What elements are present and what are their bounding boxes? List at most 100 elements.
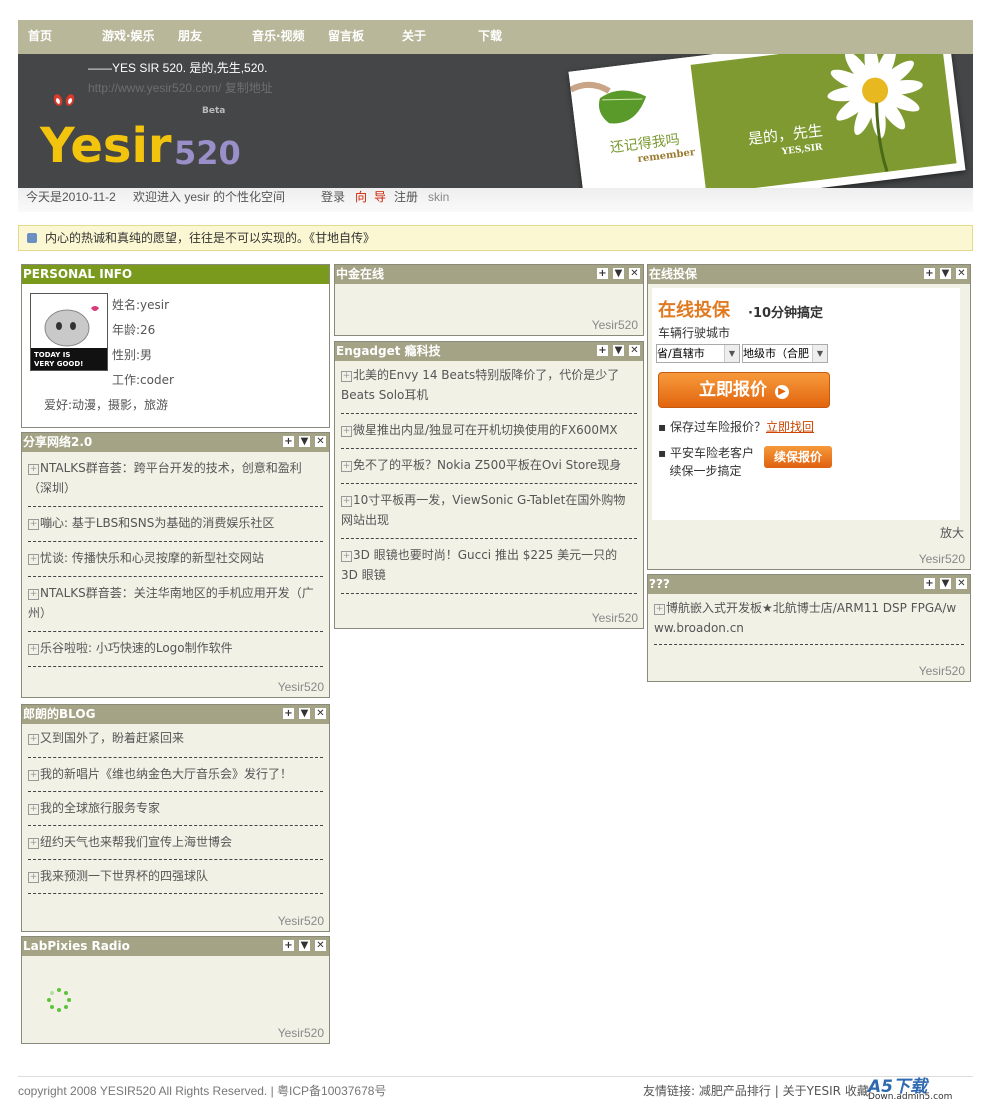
item-link[interactable]: NTALKS群音荟：跨平台开发的技术，创意和盈利（深圳） [28, 461, 302, 495]
widget-title: 分享网络2.0 [23, 435, 93, 449]
close-icon[interactable]: ✕ [629, 345, 640, 356]
item-link[interactable]: 3D 眼镜也要时尚！Gucci 推出 $225 美元一只的 3D 眼镜 [341, 548, 617, 582]
item-link[interactable]: 微星推出内显/独显可在开机切换使用的FX600MX [353, 423, 618, 437]
item-link[interactable]: 北美的Envy 14 Beats特别版降价了，代价是少了Beats Solo耳机 [341, 368, 619, 402]
widget-footer: Yesir520 [918, 552, 965, 566]
skin-link[interactable]: skin [428, 188, 449, 206]
widget-footer: Yesir520 [591, 318, 638, 332]
renew-quote-button[interactable]: 续保报价 [764, 446, 832, 468]
nav-games[interactable]: 游戏·娱乐 [102, 20, 155, 54]
insurance-panel: 在线投保 ·10分钟搞定 车辆行驶城市 省/直辖市 ▼ 地级市（合肥 ▼ 立即报价 ▶… [652, 288, 960, 520]
guide-link-2[interactable]: 导 [374, 188, 386, 206]
expand-item-icon[interactable]: + [28, 770, 39, 781]
expand-item-icon[interactable]: + [341, 461, 352, 472]
nav-download[interactable]: 下载 [478, 20, 502, 54]
expand-item-icon[interactable]: + [654, 604, 665, 615]
expand-item-icon[interactable]: + [28, 804, 39, 815]
widget-header[interactable]: ??? + ▼ ✕ [648, 575, 970, 594]
city-select[interactable]: 地级市（合肥 ▼ [742, 344, 828, 363]
list-item: + 乐谷啦啦: 小巧快速的Logo制作软件 [28, 632, 323, 667]
close-icon[interactable]: ✕ [315, 436, 326, 447]
expand-item-icon[interactable]: + [28, 519, 39, 530]
widget-header[interactable]: Engadget 瘾科技 + ▼ ✕ [335, 342, 643, 361]
expand-item-icon[interactable]: + [28, 644, 39, 655]
widget-footer: Yesir520 [277, 680, 324, 694]
widget-footer: Yesir520 [277, 914, 324, 928]
close-icon[interactable]: ✕ [315, 940, 326, 951]
expand-item-icon[interactable]: + [341, 426, 352, 437]
item-link[interactable]: 10寸平板再一发，ViewSonic G-Tablet在国外购物网站出现 [341, 493, 625, 527]
expand-icon[interactable]: + [283, 940, 294, 951]
expand-icon[interactable]: + [924, 268, 935, 279]
quote-now-button[interactable]: 立即报价 ▶ [658, 372, 830, 408]
item-link[interactable]: 我的全球旅行服务专家 [40, 801, 160, 815]
nav-friends[interactable]: 朋友 [178, 20, 202, 54]
expand-icon[interactable]: + [924, 578, 935, 589]
favorite-link[interactable]: 收藏 [845, 1084, 869, 1098]
chevron-down-icon: ▼ [724, 345, 739, 362]
friend-links: 友情链接: 减肥产品排行 | 关于YESIR 收藏 [643, 1082, 869, 1099]
nav-about[interactable]: 关于 [402, 20, 426, 54]
collapse-icon[interactable]: ▼ [940, 268, 951, 279]
site-logo[interactable]: Yesir 520 [38, 92, 253, 172]
rss-icon[interactable] [27, 233, 37, 243]
nav-music-video[interactable]: 音乐·视频 [252, 20, 305, 54]
logo-number: 520 [174, 134, 241, 172]
nav-home[interactable]: 首页 [28, 20, 52, 54]
close-icon[interactable]: ✕ [956, 268, 967, 279]
expand-item-icon[interactable]: + [28, 872, 39, 883]
expand-item-icon[interactable]: + [28, 464, 39, 475]
collapse-icon[interactable]: ▼ [299, 708, 310, 719]
insurance-heading: 在线投保 [658, 300, 730, 321]
expand-item-icon[interactable]: + [28, 838, 39, 849]
footer-separator: | [774, 1084, 779, 1098]
expand-icon[interactable]: + [597, 268, 608, 279]
item-link[interactable]: 纽约天气也来帮我们宣传上海世博会 [40, 835, 232, 849]
collapse-icon[interactable]: ▼ [940, 578, 951, 589]
item-link[interactable]: NTALKS群音荟：关注华南地区的手机应用开发（广州） [28, 586, 314, 620]
province-select[interactable]: 省/直辖市 ▼ [656, 344, 740, 363]
close-icon[interactable]: ✕ [315, 708, 326, 719]
renew-text: ▪ 平安车险老客户 续保一步搞定 [658, 446, 754, 478]
close-icon[interactable]: ✕ [956, 578, 967, 589]
widget-header[interactable]: 分享网络2.0 + ▼ ✕ [22, 433, 329, 452]
expand-item-icon[interactable]: + [28, 554, 39, 565]
register-link[interactable]: 注册 [394, 188, 418, 206]
widget-header[interactable]: 郎朗的BLOG + ▼ ✕ [22, 705, 329, 724]
item-link[interactable]: 博航嵌入式开发板★北航博士店/ARM11 DSP FPGA/www.broado… [654, 601, 956, 635]
item-link[interactable]: 又到国外了，盼着赶紧回来 [40, 731, 184, 745]
enlarge-link[interactable]: 放大 [940, 524, 964, 541]
collapse-icon[interactable]: ▼ [299, 436, 310, 447]
expand-item-icon[interactable]: + [341, 371, 352, 382]
expand-icon[interactable]: + [283, 436, 294, 447]
item-link[interactable]: 我来预测一下世界杯的四强球队 [40, 869, 208, 883]
guide-link-1[interactable]: 向 [355, 188, 367, 206]
site-slogan: ——YES SIR 520. 是的,先生,520. [88, 61, 268, 75]
expand-item-icon[interactable]: + [341, 551, 352, 562]
close-icon[interactable]: ✕ [629, 268, 640, 279]
avatar: TODAY IS VERY GOOD! [30, 293, 108, 371]
widget-header[interactable]: 中金在线 + ▼ ✕ [335, 265, 643, 284]
expand-item-icon[interactable]: + [28, 734, 39, 745]
expand-icon[interactable]: + [597, 345, 608, 356]
expand-item-icon[interactable]: + [341, 496, 352, 507]
widget-header[interactable]: 在线投保 + ▼ ✕ [648, 265, 970, 284]
login-link[interactable]: 登录 [321, 188, 345, 206]
collapse-icon[interactable]: ▼ [613, 268, 624, 279]
play-icon: ▶ [775, 385, 789, 399]
nav-guestbook[interactable]: 留言板 [328, 20, 364, 54]
expand-icon[interactable]: + [283, 708, 294, 719]
about-link[interactable]: 关于YESIR [783, 1084, 841, 1098]
widget-header[interactable]: LabPixies Radio + ▼ ✕ [22, 937, 329, 956]
item-link[interactable]: 乐谷啦啦: 小巧快速的Logo制作软件 [40, 641, 233, 655]
expand-item-icon[interactable]: + [28, 589, 39, 600]
widget-footer: Yesir520 [277, 1026, 324, 1040]
item-link[interactable]: 嘣心: 基于LBS和SNS为基础的消费娱乐社区 [40, 516, 274, 530]
collapse-icon[interactable]: ▼ [299, 940, 310, 951]
retrieve-now-link[interactable]: 立即找回 [766, 420, 814, 434]
item-link[interactable]: 我的新唱片《维也纳金色大厅音乐会》发行了！ [40, 767, 292, 781]
friend-link[interactable]: 减肥产品排行 [699, 1084, 771, 1098]
collapse-icon[interactable]: ▼ [613, 345, 624, 356]
item-link[interactable]: 免不了的平板？Nokia Z500平板在Ovi Store现身 [353, 458, 621, 472]
item-link[interactable]: 忧谈: 传播快乐和心灵按摩的新型社交网站 [40, 551, 264, 565]
